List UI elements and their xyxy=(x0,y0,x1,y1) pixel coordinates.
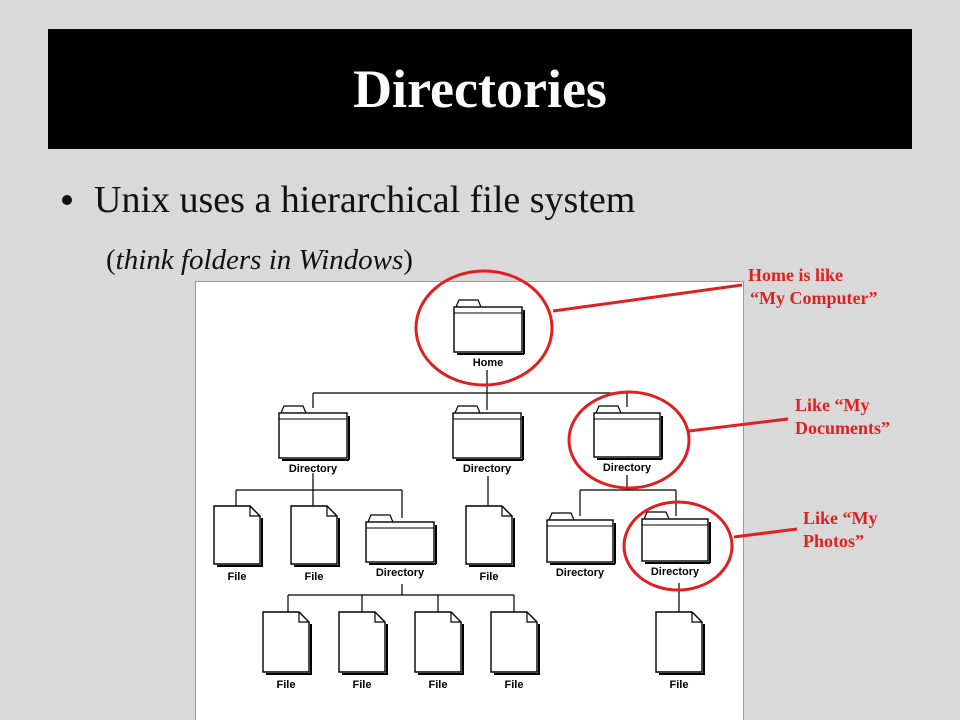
dir-level1-b-label: Directory xyxy=(463,463,512,475)
file-e-label: File xyxy=(353,679,372,691)
file-b-label: File xyxy=(305,571,324,583)
callout-photos-line1: Like “My xyxy=(803,508,878,528)
file-a-file-icon xyxy=(213,505,263,567)
file-g-label: File xyxy=(505,679,524,691)
home-folder-icon xyxy=(453,299,525,355)
file-g-file-icon xyxy=(490,611,540,675)
dir-level1-a-folder-icon xyxy=(278,405,350,461)
file-b-file-icon xyxy=(290,505,340,567)
callout-home: Home is like “My Computer” xyxy=(748,264,877,310)
dir-level1-c-folder-icon xyxy=(593,405,663,460)
callout-photos-line2: Photos” xyxy=(803,531,865,551)
dir-level2-c-folder-icon xyxy=(641,511,711,564)
home-label: Home xyxy=(473,357,504,369)
callout-documents-line1: Like “My xyxy=(795,395,870,415)
dir-level2-c-label: Directory xyxy=(651,566,700,578)
callout-home-line1: Home is like xyxy=(748,265,843,285)
file-h-label: File xyxy=(670,679,689,691)
callout-pointer-photos xyxy=(733,527,798,539)
dir-level1-a-label: Directory xyxy=(289,463,338,475)
dir-level2-a-folder-icon xyxy=(365,514,437,565)
file-h-file-icon xyxy=(655,611,705,675)
file-f-label: File xyxy=(429,679,448,691)
file-d-label: File xyxy=(277,679,296,691)
file-f-file-icon xyxy=(414,611,464,675)
dir-level1-b-folder-icon xyxy=(452,405,524,461)
callout-pointer-home xyxy=(552,283,743,313)
file-c-file-icon xyxy=(465,505,515,567)
callout-photos: Like “My Photos” xyxy=(803,507,878,553)
callout-documents-line2: Documents” xyxy=(795,418,890,438)
file-d-file-icon xyxy=(262,611,312,675)
callout-pointer-documents xyxy=(688,417,789,433)
file-c-label: File xyxy=(480,571,499,583)
file-a-label: File xyxy=(228,571,247,583)
dir-level2-b-folder-icon xyxy=(546,512,616,565)
callout-home-line2: “My Computer” xyxy=(750,288,878,308)
directory-tree-diagram: Home Directory Directory Directory File File D… xyxy=(213,269,798,691)
callout-documents: Like “My Documents” xyxy=(795,394,890,440)
dir-level2-b-label: Directory xyxy=(556,567,605,579)
dir-level1-c-label: Directory xyxy=(603,462,652,474)
dir-level2-a-label: Directory xyxy=(376,567,425,579)
file-e-file-icon xyxy=(338,611,388,675)
